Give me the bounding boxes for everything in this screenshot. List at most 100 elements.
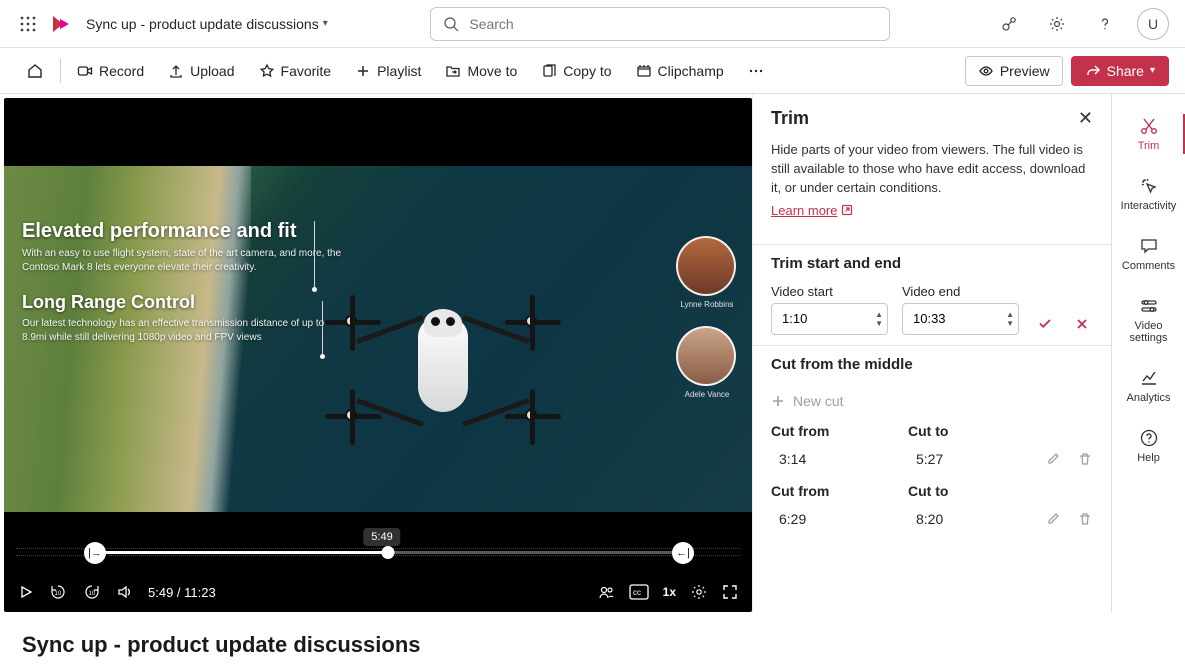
clipchamp-icon bbox=[636, 63, 652, 79]
command-toolbar: Record Upload Favorite Playlist Move to … bbox=[0, 48, 1185, 94]
participant-pip-2: Adele Vance bbox=[676, 326, 738, 399]
upload-button[interactable]: Upload bbox=[158, 57, 244, 85]
rail-trim[interactable]: Trim bbox=[1112, 104, 1185, 164]
play-button[interactable] bbox=[18, 584, 34, 600]
svg-text:10: 10 bbox=[55, 591, 62, 597]
help-circle-icon bbox=[1139, 428, 1159, 448]
svg-text:10: 10 bbox=[89, 591, 96, 597]
close-panel-button[interactable]: ✕ bbox=[1078, 108, 1093, 129]
moveto-button[interactable]: Move to bbox=[435, 57, 527, 85]
record-button[interactable]: Record bbox=[67, 57, 154, 85]
search-input[interactable] bbox=[469, 16, 877, 32]
rail-comments[interactable]: Comments bbox=[1112, 224, 1185, 284]
app-header: Sync up - product update discussions ▾ U bbox=[0, 0, 1185, 48]
edit-cut-button[interactable] bbox=[1045, 451, 1061, 467]
trim-panel: Trim ✕ Hide parts of your video from vie… bbox=[753, 94, 1111, 612]
rewind-10-button[interactable]: 10 bbox=[48, 582, 68, 602]
rail-help[interactable]: Help bbox=[1112, 416, 1185, 476]
divider bbox=[753, 244, 1111, 245]
captions-button[interactable]: cc bbox=[629, 584, 649, 600]
toolbar-right: Preview Share▾ bbox=[965, 56, 1169, 86]
playback-speed-button[interactable]: 1x bbox=[663, 585, 676, 599]
settings-gear-icon[interactable] bbox=[1041, 8, 1073, 40]
scissors-icon bbox=[1139, 116, 1159, 136]
upload-icon bbox=[168, 63, 184, 79]
edit-cut-button[interactable] bbox=[1045, 511, 1061, 527]
delete-cut-button[interactable] bbox=[1077, 511, 1093, 527]
cut-row: Cut from Cut to 6:29 8:20 bbox=[771, 477, 1093, 537]
video-overlay-text: Elevated performance and fit With an eas… bbox=[22, 220, 342, 362]
cut-from-label: Cut from bbox=[771, 483, 892, 499]
help-icon[interactable] bbox=[1089, 8, 1121, 40]
copyto-button[interactable]: Copy to bbox=[531, 57, 621, 85]
seek-track[interactable] bbox=[92, 551, 684, 554]
home-button[interactable] bbox=[16, 56, 54, 86]
search-wrap bbox=[338, 7, 983, 41]
search-box[interactable] bbox=[430, 7, 890, 41]
forward-10-button[interactable]: 10 bbox=[82, 582, 102, 602]
overlay-heading-2: Long Range Control bbox=[22, 292, 342, 313]
search-icon bbox=[443, 16, 459, 32]
confirm-trim-button[interactable] bbox=[1033, 311, 1057, 335]
rail-analytics[interactable]: Analytics bbox=[1112, 356, 1185, 416]
volume-button[interactable] bbox=[116, 583, 134, 601]
participant-pip-1: Lynne Robbins bbox=[676, 236, 738, 309]
approvals-icon[interactable] bbox=[993, 8, 1025, 40]
participant-avatar bbox=[676, 326, 736, 386]
cursor-click-icon bbox=[1139, 176, 1159, 196]
rail-video-settings[interactable]: Video settings bbox=[1112, 284, 1185, 356]
video-start-input[interactable]: ▲▼ bbox=[771, 303, 888, 335]
chat-icon bbox=[1139, 236, 1159, 256]
more-button[interactable] bbox=[738, 57, 774, 85]
video-end-field[interactable] bbox=[913, 311, 1006, 326]
favorite-button[interactable]: Favorite bbox=[249, 57, 342, 85]
header-right: U bbox=[993, 8, 1169, 40]
cut-from-value: 6:29 bbox=[771, 507, 892, 531]
participant-avatar bbox=[676, 236, 736, 296]
delete-cut-button[interactable] bbox=[1077, 451, 1093, 467]
spinner-buttons[interactable]: ▲▼ bbox=[1006, 310, 1014, 328]
app-launcher-icon[interactable] bbox=[16, 12, 40, 36]
cut-to-value: 8:20 bbox=[908, 507, 1029, 531]
right-panel: Trim ✕ Hide parts of your video from vie… bbox=[752, 94, 1185, 612]
video-end-input[interactable]: ▲▼ bbox=[902, 303, 1019, 335]
learn-more-link[interactable]: Learn more bbox=[771, 203, 853, 218]
plus-icon bbox=[355, 63, 371, 79]
document-title-dropdown[interactable]: Sync up - product update discussions ▾ bbox=[86, 16, 328, 32]
chevron-down-icon: ▾ bbox=[323, 18, 328, 29]
fullscreen-button[interactable] bbox=[722, 584, 738, 600]
overlay-paragraph-2: Our latest technology has an effective t… bbox=[22, 317, 342, 344]
overlay-paragraph-1: With an easy to use flight system, state… bbox=[22, 247, 342, 274]
playhead-tooltip: 5:49 bbox=[363, 528, 400, 546]
playlist-button[interactable]: Playlist bbox=[345, 57, 431, 85]
spinner-buttons[interactable]: ▲▼ bbox=[875, 310, 883, 328]
cut-from-value: 3:14 bbox=[771, 447, 892, 471]
cut-to-label: Cut to bbox=[908, 483, 1029, 499]
seek-thumb[interactable] bbox=[382, 546, 395, 559]
trim-section-heading: Trim start and end bbox=[771, 255, 1093, 272]
cut-to-value: 5:27 bbox=[908, 447, 1029, 471]
stream-logo-icon[interactable] bbox=[50, 13, 72, 35]
cut-from-label: Cut from bbox=[771, 423, 892, 439]
cancel-trim-button[interactable] bbox=[1071, 313, 1093, 335]
svg-text:cc: cc bbox=[633, 588, 641, 597]
panel-title: Trim bbox=[771, 108, 809, 129]
video-player[interactable]: Elevated performance and fit With an eas… bbox=[4, 98, 752, 612]
new-cut-button[interactable]: New cut bbox=[771, 385, 1093, 417]
cut-section-heading: Cut from the middle bbox=[771, 356, 1093, 373]
sliders-icon bbox=[1139, 296, 1159, 316]
player-settings-button[interactable] bbox=[690, 583, 708, 601]
rail-interactivity[interactable]: Interactivity bbox=[1112, 164, 1185, 224]
people-button[interactable] bbox=[597, 583, 615, 601]
preview-button[interactable]: Preview bbox=[965, 56, 1063, 86]
cuts-list: Cut from Cut to 3:14 5:27 Cut from Cut to 6:29… bbox=[771, 417, 1093, 537]
document-title: Sync up - product update discussions bbox=[86, 16, 319, 32]
divider bbox=[753, 345, 1111, 346]
seek-fill bbox=[92, 551, 388, 554]
star-icon bbox=[259, 63, 275, 79]
share-button[interactable]: Share▾ bbox=[1071, 56, 1169, 86]
clipchamp-button[interactable]: Clipchamp bbox=[626, 57, 734, 85]
video-start-field[interactable] bbox=[782, 311, 875, 326]
trim-start-end-row: Video start ▲▼ Video end ▲▼ bbox=[771, 284, 1093, 335]
user-avatar[interactable]: U bbox=[1137, 8, 1169, 40]
